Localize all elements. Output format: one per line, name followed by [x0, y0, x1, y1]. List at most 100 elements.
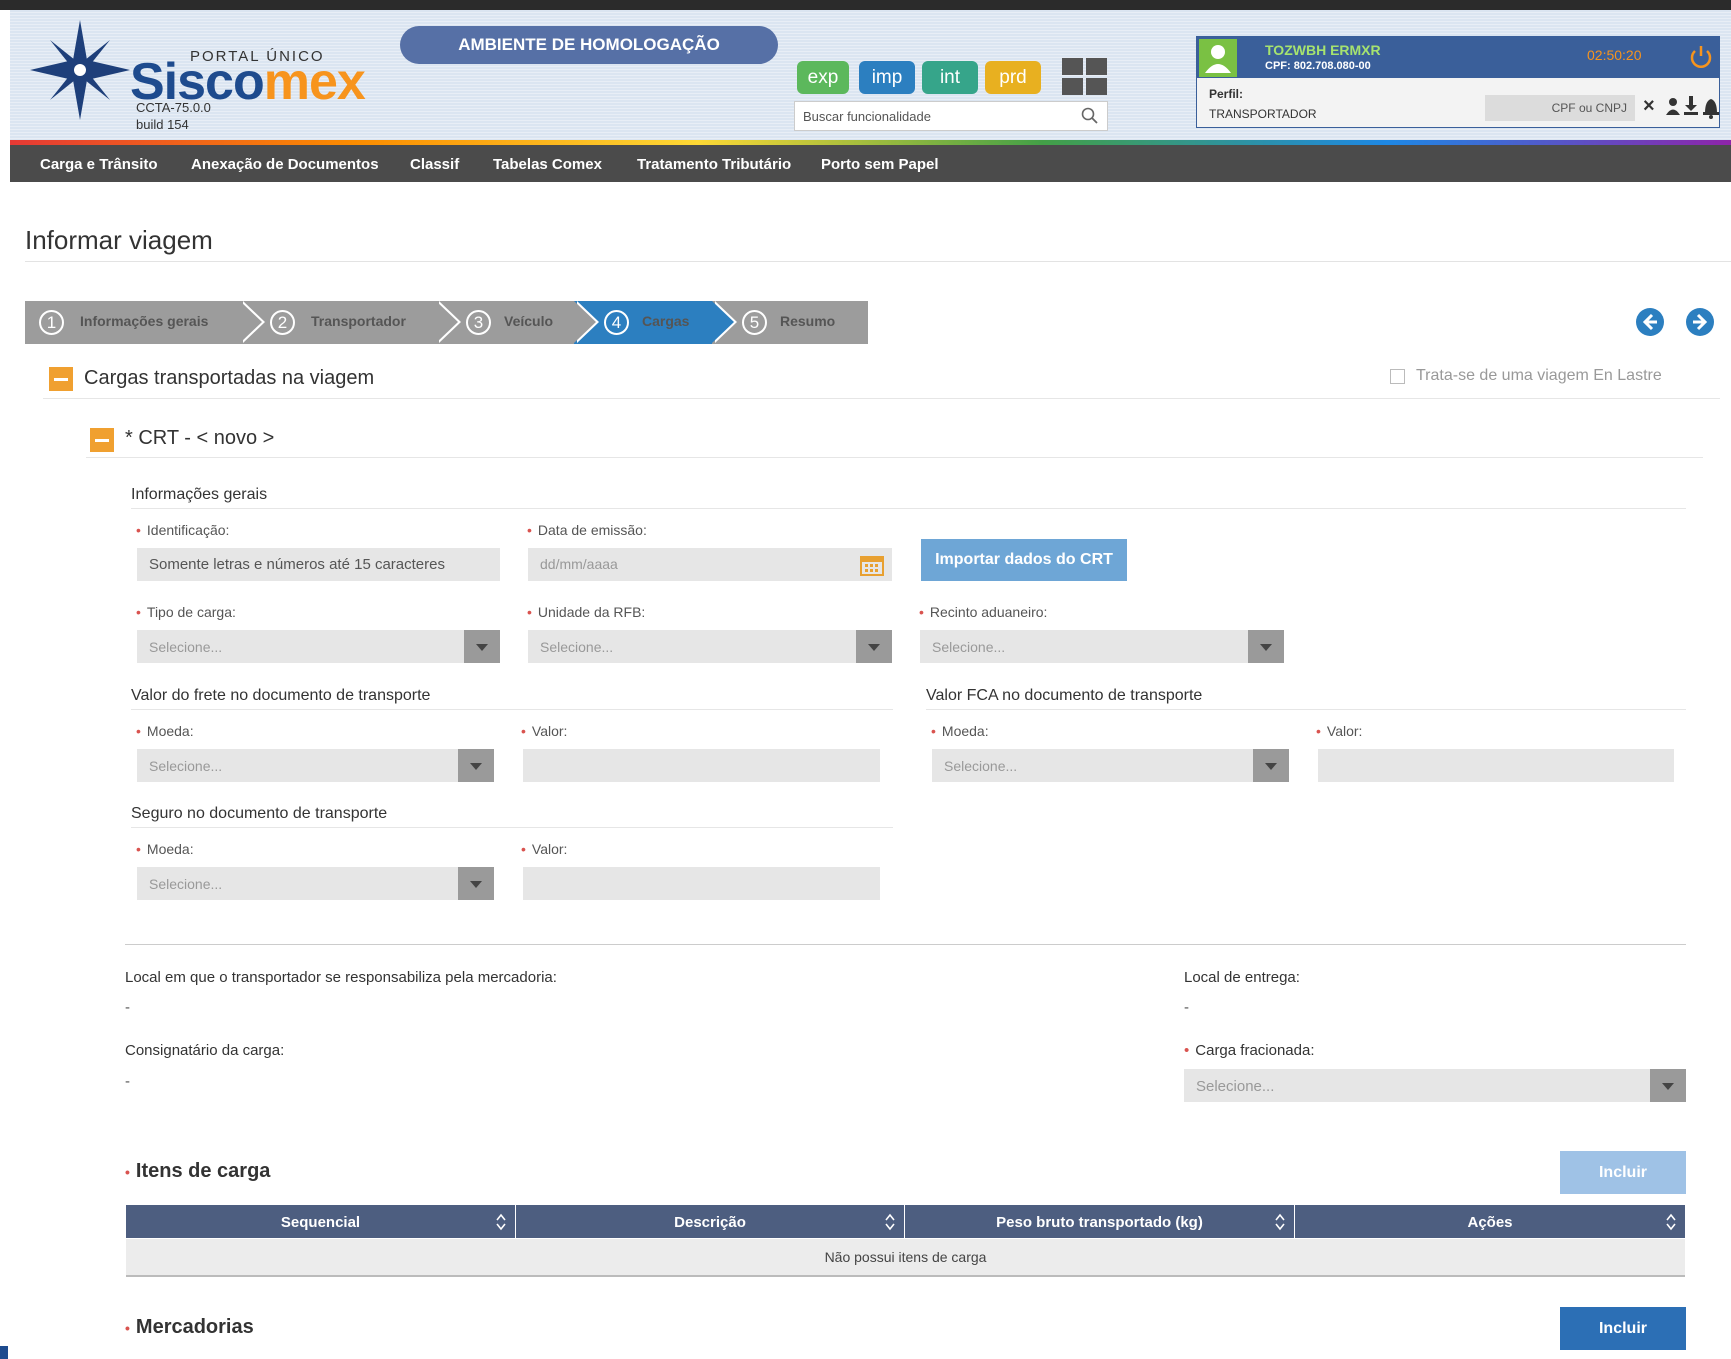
column-acoes[interactable]: Ações	[1295, 1205, 1685, 1238]
session-clock: 02:50:20	[1587, 47, 1642, 63]
title-divider	[25, 261, 1731, 262]
recinto-aduaneiro-select[interactable]: Selecione...	[920, 630, 1284, 663]
data-emissao-placeholder: dd/mm/aaaa	[540, 556, 618, 572]
column-sequencial[interactable]: Sequencial	[126, 1205, 515, 1238]
local-responsabiliza-label: Local em que o transportador se responsa…	[125, 969, 557, 986]
previous-arrow-icon[interactable]	[1635, 307, 1665, 337]
nav-tratamento-tributario[interactable]: Tratamento Tributário	[637, 156, 791, 173]
step-label: Veículo	[504, 313, 554, 329]
bell-icon[interactable]	[1703, 99, 1719, 119]
power-icon[interactable]	[1687, 43, 1715, 71]
chevron-down-icon[interactable]	[1650, 1069, 1686, 1102]
chevron-down-icon[interactable]	[458, 867, 494, 900]
step-informacoes-gerais[interactable]: 1 Informações gerais	[25, 301, 265, 344]
page-title: Informar viagem	[25, 225, 213, 255]
crt-title: * CRT - < novo >	[125, 427, 275, 449]
search-input[interactable]: Buscar funcionalidade	[794, 101, 1108, 131]
version-info: CCTA-75.0.0 build 154	[136, 99, 211, 133]
cpf-cnpj-input[interactable]: CPF ou CNPJ	[1485, 95, 1635, 121]
group-divider	[131, 709, 893, 710]
user-icon[interactable]	[1666, 98, 1680, 115]
nav-classif[interactable]: Classif	[410, 156, 459, 173]
seguro-valor-input[interactable]	[523, 867, 880, 900]
user-cpf: CPF: 802.708.080-00	[1265, 60, 1371, 72]
section-cargas-title: Cargas transportadas na viagem	[84, 367, 375, 389]
nav-tabelas-comex[interactable]: Tabelas Comex	[493, 156, 602, 173]
sort-icon[interactable]	[884, 1212, 896, 1232]
sort-icon[interactable]	[1274, 1212, 1286, 1232]
search-icon[interactable]	[1081, 107, 1099, 125]
environment-banner: AMBIENTE DE HOMOLOGAÇÃO	[400, 26, 778, 64]
fca-moeda-select[interactable]: Selecione...	[932, 749, 1289, 782]
step-transportador[interactable]: 2 Transportador	[240, 301, 461, 344]
fca-moeda-label: • Moeda:	[931, 723, 989, 739]
chevron-down-icon[interactable]	[856, 630, 892, 663]
env-int-button[interactable]: int	[922, 61, 978, 94]
itens-carga-title: • Itens de carga	[125, 1160, 271, 1182]
seguro-valor-label: • Valor:	[521, 841, 568, 857]
incluir-item-button[interactable]: Incluir	[1560, 1151, 1686, 1194]
next-arrow-icon[interactable]	[1685, 307, 1715, 337]
frete-moeda-label: • Moeda:	[136, 723, 194, 739]
en-lastre-checkbox[interactable]	[1390, 369, 1405, 384]
sort-icon[interactable]	[495, 1212, 507, 1232]
empty-table-message: Não possui itens de carga	[126, 1239, 1685, 1277]
chevron-down-icon[interactable]	[1253, 749, 1289, 782]
user-panel: TOZWBH ERMXR CPF: 802.708.080-00 02:50:2…	[1196, 36, 1720, 128]
nav-porto-sem-papel[interactable]: Porto sem Papel	[821, 156, 939, 173]
frete-valor-input[interactable]	[523, 749, 880, 782]
chevron-down-icon[interactable]	[464, 630, 500, 663]
data-emissao-input[interactable]: dd/mm/aaaa	[528, 548, 892, 581]
frete-moeda-select[interactable]: Selecione...	[137, 749, 494, 782]
clear-cpf-icon[interactable]: ×	[1643, 95, 1655, 118]
version-number: CCTA-75.0.0	[136, 100, 211, 115]
chevron-down-icon[interactable]	[1248, 630, 1284, 663]
step-number: 4	[604, 310, 629, 335]
fca-valor-input[interactable]	[1318, 749, 1674, 782]
user-action-icons	[1666, 96, 1719, 119]
env-exp-button[interactable]: exp	[797, 61, 849, 94]
incluir-mercadoria-button[interactable]: Incluir	[1560, 1307, 1686, 1350]
group-divider	[926, 709, 1686, 710]
frete-title: Valor do frete no documento de transport…	[131, 687, 431, 704]
mercadorias-title: • Mercadorias	[125, 1316, 254, 1338]
env-prd-button[interactable]: prd	[985, 61, 1041, 94]
step-label: Resumo	[780, 313, 836, 329]
column-peso-bruto[interactable]: Peso bruto transportado (kg)	[905, 1205, 1294, 1238]
nav-anexacao-documentos[interactable]: Anexação de Documentos	[191, 156, 379, 173]
select-placeholder: Selecione...	[149, 758, 223, 774]
crt-divider	[86, 457, 1703, 458]
siscomex-star-icon	[30, 20, 130, 120]
calendar-icon[interactable]	[859, 553, 885, 577]
collapse-crt-icon[interactable]	[90, 428, 114, 452]
sort-icon[interactable]	[1665, 1212, 1677, 1232]
user-panel-header: TOZWBH ERMXR CPF: 802.708.080-00 02:50:2…	[1197, 37, 1719, 78]
importar-crt-button[interactable]: Importar dados do CRT	[921, 539, 1127, 581]
unidade-rfb-select[interactable]: Selecione...	[528, 630, 892, 663]
user-name: TOZWBH ERMXR	[1265, 42, 1381, 58]
identificacao-label: • Identificação:	[136, 522, 230, 538]
carga-fracionada-label: • Carga fracionada:	[1184, 1042, 1315, 1059]
recinto-aduaneiro-label: • Recinto aduaneiro:	[919, 604, 1048, 620]
chevron-down-icon[interactable]	[458, 749, 494, 782]
collapse-cargas-icon[interactable]	[49, 367, 73, 391]
seguro-title: Seguro no documento de transporte	[131, 805, 388, 822]
env-imp-button[interactable]: imp	[859, 61, 915, 94]
identificacao-input[interactable]: Somente letras e números até 15 caracter…	[137, 548, 500, 581]
carga-fracionada-select[interactable]: Selecione...	[1184, 1069, 1686, 1102]
fca-valor-label: • Valor:	[1316, 723, 1363, 739]
select-placeholder: Selecione...	[944, 758, 1018, 774]
column-descricao[interactable]: Descrição	[516, 1205, 904, 1238]
select-placeholder: Selecione...	[932, 639, 1006, 655]
select-placeholder: Selecione...	[149, 639, 223, 655]
download-icon[interactable]	[1684, 96, 1698, 115]
step-number: 3	[466, 310, 491, 335]
section-divider	[43, 398, 1720, 399]
form-divider	[125, 944, 1686, 945]
apps-grid-icon[interactable]	[1062, 58, 1108, 96]
step-label: Cargas	[642, 313, 690, 329]
browser-top-bar	[0, 0, 1731, 10]
seguro-moeda-select[interactable]: Selecione...	[137, 867, 494, 900]
tipo-carga-select[interactable]: Selecione...	[137, 630, 500, 663]
nav-carga-transito[interactable]: Carga e Trânsito	[40, 156, 158, 173]
